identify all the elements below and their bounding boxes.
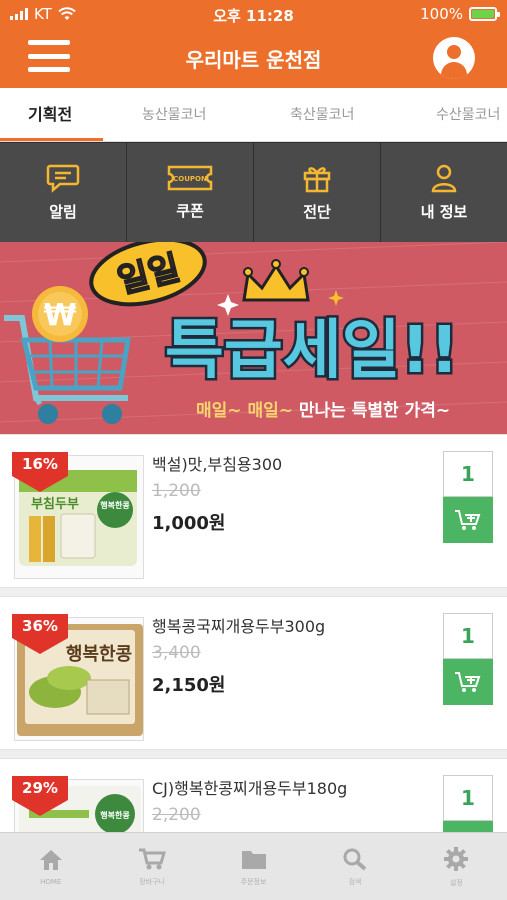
product-image-text: 부침두부	[31, 496, 79, 512]
discount-badge: 36%	[12, 614, 68, 654]
banner-headline: 특급세일!!	[165, 314, 459, 388]
tab-seafood[interactable]: 수산물코너	[436, 88, 500, 141]
quantity-field[interactable]: 1	[443, 451, 493, 497]
banner-currency-symbol: ₩	[43, 298, 76, 333]
product-name[interactable]: 행복콩국찌개용두부300g	[152, 613, 325, 637]
add-to-cart-button[interactable]	[443, 821, 493, 832]
quick-notice-label: 알림	[49, 203, 77, 221]
product-old-price: 3,400	[152, 643, 201, 663]
gear-icon	[444, 846, 469, 871]
tab-produce[interactable]: 농산물코너	[142, 88, 206, 141]
quick-menu: 알림 COUPON 쿠폰 전단 내 정보	[0, 142, 507, 242]
title-bar: 우리마트 운천점	[0, 32, 507, 82]
product-old-price: 2,200	[152, 805, 201, 825]
discount-badge: 16%	[12, 452, 68, 492]
status-right: 100%	[420, 5, 500, 23]
coupon-icon-text: COUPON	[173, 175, 207, 183]
product-list: 행복한콩 부침두부 16% 백설)맛,부침용300 1,200 1,000원 1…	[0, 434, 507, 832]
quick-myinfo-button[interactable]: 내 정보	[381, 142, 507, 242]
product-price: 2,150원	[152, 675, 226, 696]
product-brand-text: 행복한콩	[100, 500, 130, 510]
chat-bubble-icon	[46, 164, 80, 193]
cart-icon	[139, 848, 167, 869]
product-image-text: 행복한콩	[100, 810, 130, 820]
product-image-text: 행복한콩	[66, 644, 132, 665]
nav-cart-label: 장바구니	[139, 877, 165, 886]
folder-icon	[241, 850, 266, 869]
nav-cart[interactable]: 장바구니	[101, 833, 202, 900]
tab-meat[interactable]: 축산물코너	[290, 88, 354, 141]
nav-orders-label: 주문정보	[240, 877, 267, 886]
add-cart-icon	[455, 510, 481, 530]
discount-text: 36%	[22, 617, 58, 635]
nav-search[interactable]: 검색	[304, 833, 405, 900]
quick-coupon-label: 쿠폰	[176, 202, 204, 220]
quick-flyer-button[interactable]: 전단	[254, 142, 381, 242]
quick-myinfo-label: 내 정보	[420, 203, 468, 221]
bottom-navigation: HOME 장바구니 주문정보 검색 설정	[0, 832, 507, 900]
profile-icon[interactable]	[433, 37, 475, 79]
quick-notice-button[interactable]: 알림	[0, 142, 127, 242]
battery-icon	[469, 7, 500, 21]
discount-text: 29%	[22, 779, 58, 797]
gift-icon	[303, 167, 331, 193]
discount-text: 16%	[22, 455, 58, 473]
quick-flyer-label: 전단	[303, 203, 331, 221]
product-card[interactable]: 행복한콩 부침두부 16% 백설)맛,부침용300 1,200 1,000원 1	[0, 434, 507, 588]
banner-subtitle-highlight: 매일~ 매일~	[196, 401, 293, 421]
product-price: 1,000원	[152, 513, 226, 534]
quantity-field[interactable]: 1	[443, 613, 493, 659]
product-card[interactable]: 행복한콩 36% 행복콩국찌개용두부300g 3,400 2,150원 1	[0, 596, 507, 750]
category-tabs: 기획전 농산물코너 축산물코너 수산물코너	[0, 88, 507, 142]
product-name[interactable]: 백설)맛,부침용300	[152, 451, 282, 475]
tab-promotion[interactable]: 기획전	[28, 88, 72, 141]
add-cart-icon	[455, 672, 481, 692]
banner-subtitle-text: 만나는 특별한 가격~	[298, 401, 451, 421]
quick-coupon-button[interactable]: COUPON 쿠폰	[127, 142, 254, 242]
quantity-field[interactable]: 1	[443, 775, 493, 821]
promo-banner[interactable]: ₩ 일일 특급세일!! 매일~ 매일~ 만나는 특별한 가격~	[0, 242, 507, 434]
home-icon	[39, 849, 62, 870]
product-card[interactable]: 행복한콩 29% CJ)행복한콩찌개용두부180g 2,200 1	[0, 758, 507, 832]
nav-settings-label: 설정	[449, 878, 463, 887]
nav-home[interactable]: HOME	[0, 833, 101, 900]
discount-badge: 29%	[12, 776, 68, 816]
top-bar: KT 오후 11:28 100% 우리마트 운천점	[0, 0, 507, 88]
add-to-cart-button[interactable]	[443, 659, 493, 705]
nav-search-label: 검색	[348, 877, 362, 886]
nav-home-label: HOME	[40, 877, 62, 886]
add-to-cart-button[interactable]	[443, 497, 493, 543]
user-icon	[431, 164, 457, 193]
nav-orders[interactable]: 주문정보	[203, 833, 304, 900]
nav-settings[interactable]: 설정	[406, 833, 507, 900]
banner-subtitle: 매일~ 매일~ 만나는 특별한 가격~	[196, 396, 450, 421]
status-bar: KT 오후 11:28 100%	[0, 0, 507, 30]
product-name[interactable]: CJ)행복한콩찌개용두부180g	[152, 775, 347, 799]
search-icon	[343, 848, 367, 871]
coupon-icon: COUPON	[167, 165, 213, 191]
app-title: 우리마트 운천점	[185, 48, 322, 72]
product-old-price: 1,200	[152, 481, 201, 501]
battery-percent: 100%	[420, 5, 463, 23]
